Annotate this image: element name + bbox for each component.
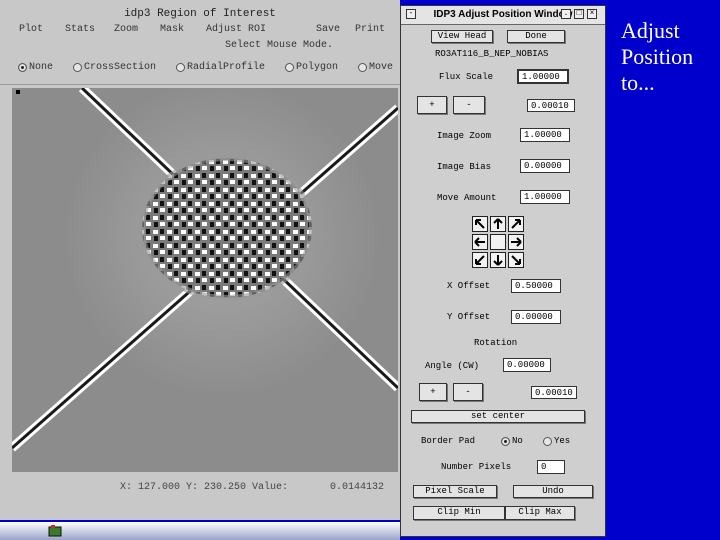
image-display[interactable] — [12, 88, 398, 472]
mode-option-polygon[interactable]: Polygon — [285, 62, 338, 73]
roi-window: idp3 Region of Interest Plot Stats Zoom … — [0, 0, 400, 520]
minimize-icon[interactable]: . — [561, 9, 571, 19]
number-pixels-field[interactable]: 0 — [537, 460, 565, 474]
arrow-up-icon[interactable] — [490, 216, 506, 232]
mouse-mode-hint: Select Mouse Mode. — [225, 40, 334, 51]
radio-icon — [285, 63, 294, 72]
arrow-down-right-icon[interactable] — [508, 252, 524, 268]
mode-label: CrossSection — [84, 62, 157, 73]
x-offset-field[interactable]: 0.50000 — [511, 279, 561, 293]
flux-scale-field[interactable]: 1.00000 — [517, 69, 569, 84]
mode-option-none[interactable]: None — [18, 62, 53, 73]
psf-image — [12, 88, 398, 472]
image-bias-field[interactable]: 0.00000 — [520, 159, 570, 173]
mode-option-move[interactable]: Move — [358, 62, 393, 73]
flux-plus-button[interactable]: + — [417, 96, 447, 114]
border-pad-yes-label: Yes — [554, 436, 571, 446]
menu-print[interactable]: Print — [355, 24, 385, 35]
menu-mask[interactable]: Mask — [160, 24, 184, 35]
menu-zoom[interactable]: Zoom — [114, 24, 138, 35]
arrow-left-icon[interactable] — [472, 234, 488, 250]
pixel-scale-button[interactable]: Pixel Scale — [413, 485, 497, 498]
radio-icon — [543, 436, 552, 446]
flux-step-field[interactable]: 0.00010 — [527, 99, 575, 112]
image-zoom-field[interactable]: 1.00000 — [520, 128, 570, 142]
radio-icon — [73, 63, 82, 72]
radio-icon — [176, 63, 185, 72]
view-head-button[interactable]: View Head — [431, 30, 493, 43]
roi-window-title: idp3 Region of Interest — [124, 8, 276, 20]
border-pad-yes-option[interactable]: Yes — [543, 436, 570, 446]
move-amount-field[interactable]: 1.00000 — [520, 190, 570, 204]
move-amount-label: Move Amount — [437, 193, 497, 203]
roi-menubar: Plot Stats Zoom Mask Adjust ROI Save Pri… — [0, 24, 400, 38]
y-offset-label: Y Offset — [447, 312, 491, 322]
done-button[interactable]: Done — [507, 30, 565, 43]
mode-option-radialprofile[interactable]: RadialProfile — [176, 62, 265, 73]
close-icon[interactable]: × — [587, 9, 597, 19]
rotation-label: Rotation — [474, 338, 518, 348]
image-zoom-label: Image Zoom — [437, 131, 492, 141]
border-pad-no-label: No — [512, 436, 523, 446]
number-pixels-label: Number Pixels — [441, 462, 512, 472]
arrow-up-right-icon[interactable] — [508, 216, 524, 232]
mouse-mode-group: None CrossSection RadialProfile Polygon … — [0, 62, 400, 78]
image-name: RO3AT116_B_NEP_NOBIAS — [435, 49, 549, 59]
arrow-up-left-icon[interactable] — [472, 216, 488, 232]
adjust-position-window: - IDP3 Adjust Position Window . □ × View… — [400, 5, 606, 537]
menu-stats[interactable]: Stats — [65, 24, 95, 35]
flux-minus-button[interactable]: - — [453, 96, 485, 114]
taskbar-app-icon[interactable] — [48, 525, 62, 537]
clip-min-button[interactable]: Clip Min — [413, 506, 505, 520]
radio-icon — [18, 63, 27, 72]
center-icon[interactable] — [490, 234, 506, 250]
slide-caption: Adjust Position to... — [621, 18, 694, 95]
angle-label: Angle (CW) — [425, 361, 480, 371]
flux-scale-label: Flux Scale — [439, 72, 494, 82]
maximize-icon[interactable]: □ — [574, 9, 584, 19]
radio-icon — [358, 63, 367, 72]
mode-label: None — [29, 62, 54, 73]
arrow-down-left-icon[interactable] — [472, 252, 488, 268]
mode-label: Polygon — [296, 62, 339, 73]
menu-plot[interactable]: Plot — [19, 24, 43, 35]
cursor-readout: X: 127.000 Y: 230.250 Value: 0.0144132 — [120, 482, 385, 493]
angle-field[interactable]: 0.00000 — [503, 358, 551, 372]
image-bias-label: Image Bias — [437, 162, 492, 172]
border-pad-no-option[interactable]: No — [501, 436, 523, 446]
arrow-right-icon[interactable] — [508, 234, 524, 250]
menu-save[interactable]: Save — [316, 24, 340, 35]
adjust-window-titlebar: - IDP3 Adjust Position Window . □ × — [401, 6, 605, 25]
mode-label: Move — [369, 62, 394, 73]
angle-step-field[interactable]: 0.00010 — [531, 386, 577, 399]
undo-button[interactable]: Undo — [513, 485, 593, 498]
direction-pad — [472, 216, 526, 270]
set-center-button[interactable]: set center — [411, 410, 585, 423]
mode-label: RadialProfile — [187, 62, 266, 73]
clip-max-button[interactable]: Clip Max — [505, 506, 575, 520]
x-offset-label: X Offset — [447, 281, 491, 291]
arrow-down-icon[interactable] — [490, 252, 506, 268]
menu-adjust-roi[interactable]: Adjust ROI — [206, 24, 266, 35]
y-offset-field[interactable]: 0.00000 — [511, 310, 561, 324]
mode-option-crosssection[interactable]: CrossSection — [73, 62, 156, 73]
angle-minus-button[interactable]: - — [453, 383, 483, 401]
divider — [0, 84, 400, 85]
border-pad-label: Border Pad — [421, 436, 476, 446]
angle-plus-button[interactable]: + — [419, 383, 447, 401]
radio-icon — [501, 436, 510, 446]
